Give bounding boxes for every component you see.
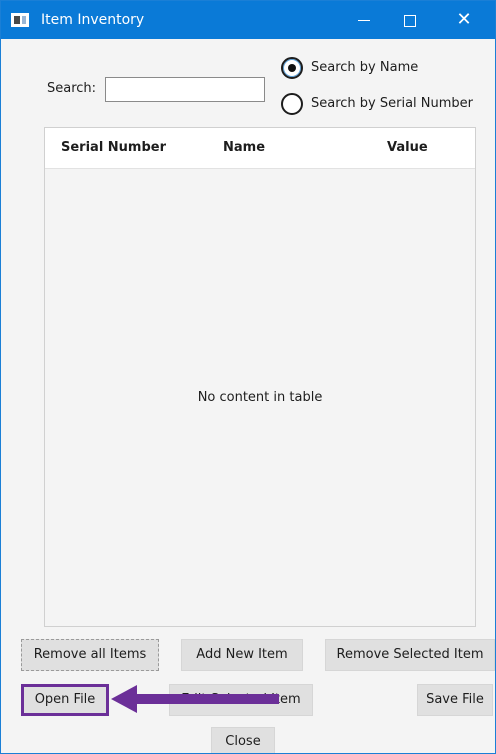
edit-selected-item-button[interactable]: Edit Selected Item bbox=[169, 684, 313, 716]
app-window: Item Inventory ✕ Search: Search by Name … bbox=[0, 0, 496, 754]
window-title: Item Inventory bbox=[41, 12, 145, 28]
column-header-value[interactable]: Value bbox=[387, 140, 428, 155]
app-window-icon bbox=[11, 13, 29, 27]
title-bar[interactable]: Item Inventory ✕ bbox=[1, 1, 495, 39]
add-new-item-button[interactable]: Add New Item bbox=[181, 639, 303, 671]
radio-search-by-name[interactable]: Search by Name bbox=[281, 57, 481, 81]
search-input[interactable] bbox=[105, 77, 265, 102]
radio-label-serial: Search by Serial Number bbox=[311, 96, 474, 111]
save-file-button[interactable]: Save File bbox=[417, 684, 493, 716]
radio-label-name: Search by Name bbox=[311, 60, 419, 75]
radio-selected-icon bbox=[281, 57, 303, 79]
column-header-serial[interactable]: Serial Number bbox=[61, 140, 166, 155]
table-header: Serial Number Name Value bbox=[45, 128, 475, 169]
minimize-icon bbox=[358, 20, 370, 21]
maximize-button[interactable] bbox=[387, 1, 433, 39]
radio-search-by-serial[interactable]: Search by Serial Number bbox=[281, 93, 481, 117]
remove-all-items-button[interactable]: Remove all Items bbox=[21, 639, 159, 671]
inventory-table[interactable]: Serial Number Name Value No content in t… bbox=[44, 127, 476, 627]
minimize-button[interactable] bbox=[341, 1, 387, 39]
column-header-name[interactable]: Name bbox=[223, 140, 265, 155]
radio-dot-icon bbox=[288, 64, 296, 72]
maximize-icon bbox=[404, 14, 416, 27]
search-label: Search: bbox=[47, 81, 97, 96]
close-icon: ✕ bbox=[456, 9, 472, 30]
radio-unselected-icon bbox=[281, 93, 303, 115]
table-empty-message: No content in table bbox=[197, 390, 323, 405]
close-window-button[interactable]: ✕ bbox=[441, 1, 487, 39]
open-file-button[interactable]: Open File bbox=[21, 684, 109, 716]
remove-selected-item-button[interactable]: Remove Selected Item bbox=[325, 639, 495, 671]
close-button[interactable]: Close bbox=[211, 727, 275, 753]
